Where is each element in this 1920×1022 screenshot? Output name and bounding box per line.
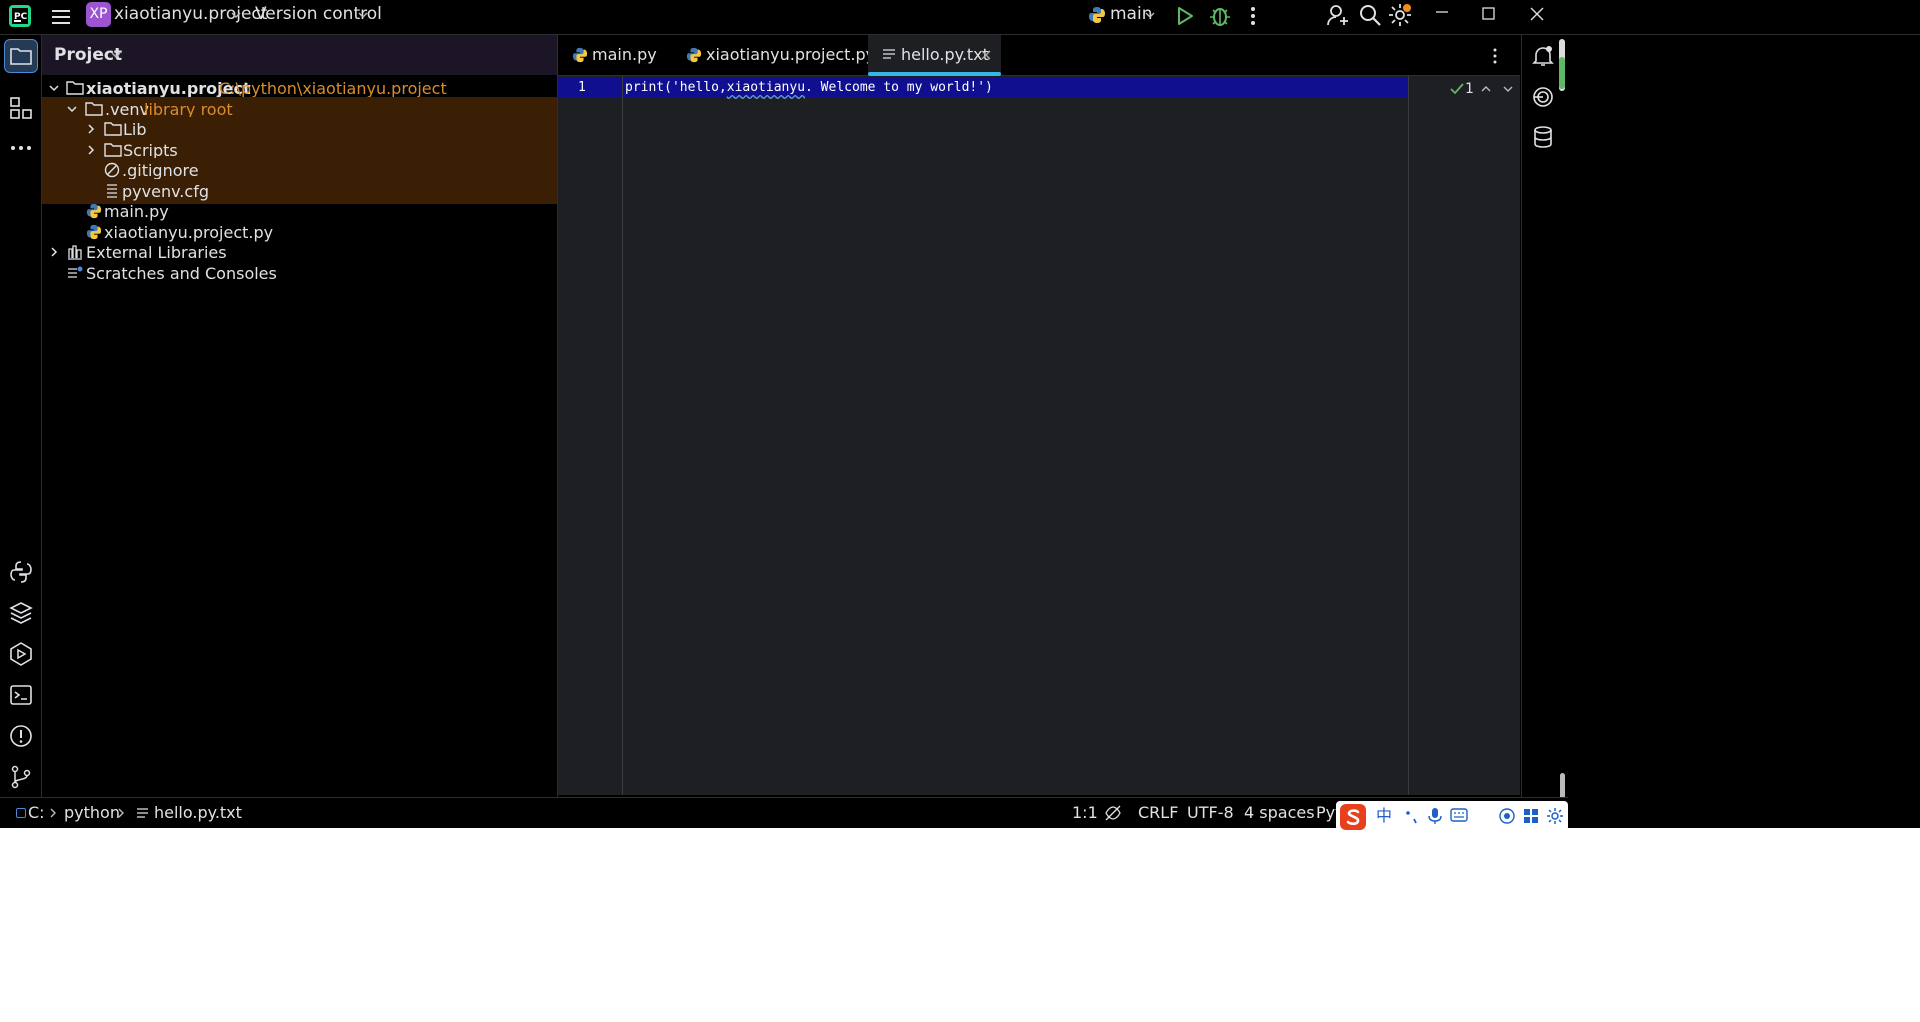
maximize-window-icon[interactable] <box>1480 5 1498 23</box>
right-margin-guide <box>1408 76 1409 795</box>
keyboard-icon[interactable] <box>1450 808 1468 822</box>
text-file-icon <box>105 183 119 199</box>
pycharm-logo-icon: PC <box>8 4 32 28</box>
python-file-icon <box>86 224 102 240</box>
more-actions-icon[interactable] <box>1245 5 1261 27</box>
settings-gear-icon[interactable] <box>1388 3 1412 27</box>
folder-icon <box>9 44 33 68</box>
chevron-down-icon <box>357 9 369 21</box>
project-badge[interactable]: XP <box>86 2 111 27</box>
settings-icon[interactable] <box>1546 807 1564 825</box>
skin-icon[interactable] <box>1498 807 1516 825</box>
debug-icon[interactable] <box>1209 4 1231 28</box>
ignore-file-icon <box>104 162 120 178</box>
scrollbar-thumb[interactable] <box>1559 57 1565 89</box>
tab-project-py[interactable]: xiaotianyu.project.py <box>672 35 875 75</box>
chevron-down-icon[interactable] <box>110 49 122 61</box>
tab-label: main.py <box>592 45 657 64</box>
toolbox-icon[interactable] <box>1522 807 1540 825</box>
library-icon <box>67 244 83 260</box>
project-switcher[interactable]: xiaotianyu.project <box>114 0 267 31</box>
chevron-down-icon <box>230 9 242 21</box>
chevron-right-icon <box>48 807 58 819</box>
notifications-bell-icon[interactable] <box>1531 44 1555 68</box>
scratches-icon <box>67 265 83 281</box>
punctuation-mode-icon[interactable] <box>1404 807 1420 825</box>
breadcrumb-drive[interactable]: C: <box>28 798 45 828</box>
close-tab-icon[interactable] <box>980 49 992 61</box>
title-bar: PC XP xiaotianyu.project Version control… <box>0 0 1920 35</box>
chevron-right-icon[interactable] <box>85 123 97 135</box>
problems-icon[interactable] <box>8 723 34 749</box>
chevron-right-icon <box>116 807 126 819</box>
services-icon[interactable] <box>8 641 34 667</box>
chinese-input-mode[interactable]: 中 <box>1376 803 1392 829</box>
folder-icon <box>85 101 103 117</box>
run-icon[interactable] <box>1175 5 1195 27</box>
code-text: . Welcome to my world!') <box>805 80 993 95</box>
python-packages-icon[interactable] <box>8 600 34 626</box>
no-highlighting-icon[interactable] <box>1104 804 1122 822</box>
more-tool-windows-icon[interactable] <box>8 135 34 161</box>
tree-node-scratches[interactable]: Scratches and Consoles <box>42 261 557 286</box>
tab-main-py[interactable]: main.py <box>558 35 670 75</box>
drive-icon <box>16 808 26 818</box>
scrollbar-track[interactable] <box>1559 39 1565 91</box>
structure-icon[interactable] <box>8 95 34 121</box>
file-encoding[interactable]: UTF-8 <box>1187 798 1234 828</box>
python-file-icon <box>686 47 702 63</box>
folder-icon <box>104 121 122 137</box>
line-number: 1 <box>578 80 586 95</box>
folder-icon <box>104 142 122 158</box>
text-file-icon <box>136 807 149 820</box>
chevron-down-icon[interactable] <box>1502 83 1514 95</box>
close-window-icon[interactable] <box>1528 5 1546 23</box>
project-panel-header: Project <box>42 35 557 75</box>
caret-position[interactable]: 1:1 <box>1072 798 1098 828</box>
line-number-gutter: 1 <box>558 76 623 795</box>
inspection-count: 1 <box>1465 81 1474 97</box>
typo-highlighted-word: xiaotianyu <box>726 80 806 95</box>
text-file-icon <box>882 48 896 62</box>
desktop-background <box>0 828 1920 1022</box>
git-branch-icon[interactable] <box>8 764 34 790</box>
indent-setting[interactable]: 4 spaces <box>1244 798 1315 828</box>
chevron-right-icon[interactable] <box>48 246 60 258</box>
code-text: print('hello, <box>625 80 727 95</box>
breadcrumb-file[interactable]: hello.py.txt <box>154 798 242 828</box>
python-file-icon <box>86 203 102 219</box>
tab-label: hello.py.txt <box>901 45 989 64</box>
line-separator[interactable]: CRLF <box>1138 798 1178 828</box>
status-bar: C: python hello.py.txt 1:1 CRLF UTF-8 4 … <box>0 797 1568 828</box>
chevron-up-icon[interactable] <box>1480 83 1492 95</box>
tab-options-icon[interactable] <box>1490 47 1500 65</box>
ai-assistant-icon[interactable] <box>1531 85 1555 109</box>
editor-tab-bar: main.py xiaotianyu.project.py hello.py.t… <box>558 35 1520 76</box>
inspection-check-icon[interactable] <box>1449 82 1465 96</box>
database-icon[interactable] <box>1531 125 1555 149</box>
chevron-down-icon <box>1144 9 1156 21</box>
python-icon <box>1088 6 1106 24</box>
sogou-logo-icon[interactable] <box>1340 804 1366 830</box>
project-tool-button[interactable] <box>4 39 38 73</box>
code-line-1[interactable]: print('hello,xiaotianyu. Welcome to my w… <box>625 78 993 98</box>
tab-hello-py-txt[interactable]: hello.py.txt <box>868 35 1001 76</box>
chevron-down-icon[interactable] <box>66 103 78 115</box>
scratches-label: Scratches and Consoles <box>86 264 277 283</box>
main-menu-icon[interactable] <box>49 4 73 30</box>
tab-label: xiaotianyu.project.py <box>706 45 876 64</box>
search-icon[interactable] <box>1358 3 1382 27</box>
python-console-icon[interactable] <box>8 559 34 585</box>
code-editor[interactable]: 1 print('hello,xiaotianyu. Welcome to my… <box>558 76 1520 795</box>
chevron-down-icon[interactable] <box>48 82 60 94</box>
terminal-icon[interactable] <box>8 682 34 708</box>
minimize-window-icon[interactable] <box>1433 8 1451 24</box>
ime-toolbar: 中 <box>1336 801 1568 831</box>
microphone-icon[interactable] <box>1428 807 1442 825</box>
python-file-icon <box>572 47 588 63</box>
breadcrumb-folder[interactable]: python <box>64 798 120 828</box>
folder-icon <box>66 80 84 96</box>
chevron-right-icon[interactable] <box>85 144 97 156</box>
add-user-icon[interactable] <box>1326 3 1350 27</box>
